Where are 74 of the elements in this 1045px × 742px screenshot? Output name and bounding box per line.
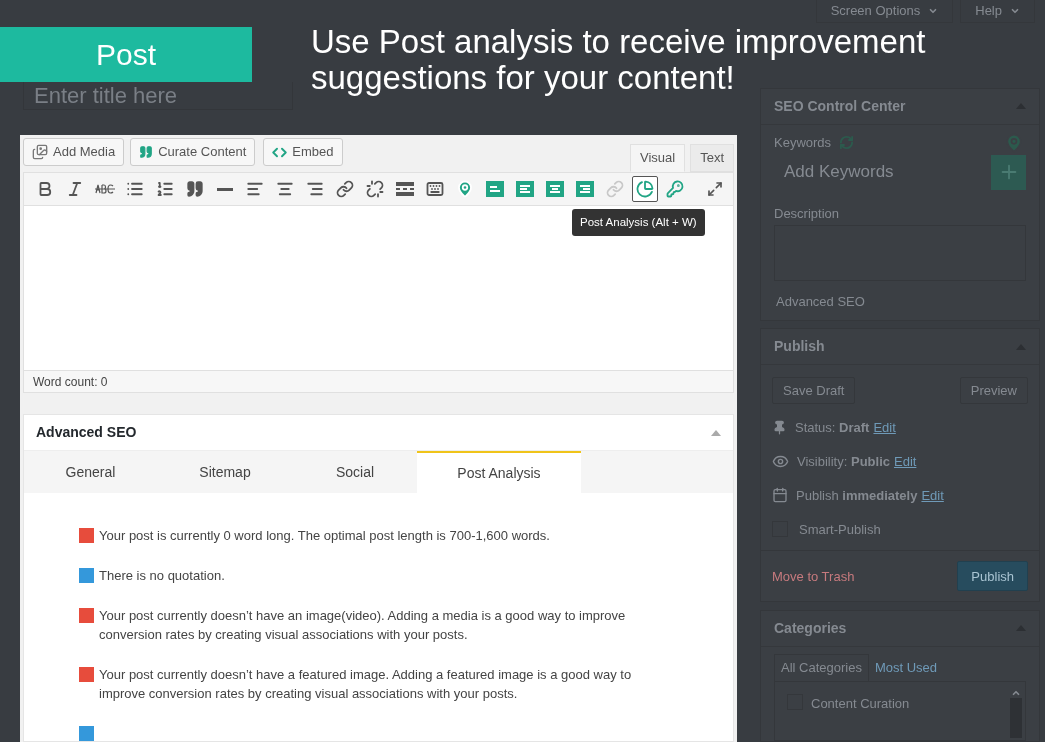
word-count: Word count: 0 (23, 370, 734, 393)
checkbox-label: Smart-Publish (799, 520, 881, 539)
callout-text: Use Post analysis to receive improvement suggestions for your content! (311, 24, 927, 96)
publish-setting: Publish immediately (796, 486, 918, 505)
screen-options-button[interactable]: Screen Options (815, 0, 954, 23)
panel-title: Advanced SEO (36, 423, 137, 442)
description-label: Description (774, 204, 841, 223)
help-button[interactable]: Help (960, 0, 1035, 23)
pin-icon (772, 419, 787, 435)
edit-link[interactable]: Edit (873, 417, 896, 437)
panel-tab[interactable]: Social (293, 451, 417, 493)
align-right-icon (306, 180, 324, 198)
quote-icon (186, 180, 204, 198)
paragraph-icon (575, 179, 595, 199)
keyboard-icon (426, 180, 444, 198)
edit-link[interactable]: Edit (894, 451, 917, 471)
panel-title: SEO Control Center (774, 96, 906, 116)
analysis-message: Your post currently doesn’t have a featured image. Adding a featured image is a good way to improve conversion rates by creating visual associations with your posts. (99, 666, 633, 703)
editor-tab[interactable]: Visual (629, 144, 686, 172)
title-field[interactable]: Enter title here (23, 82, 293, 111)
category-tab[interactable]: All Categories (774, 654, 869, 681)
add-media-button[interactable]: Add Media (23, 138, 125, 166)
calendar-icon (772, 487, 788, 504)
save-draft-button[interactable]: Save Draft (772, 377, 856, 405)
dropdown-caret-icon (1010, 6, 1020, 16)
location-pin-icon (456, 180, 474, 198)
panel-tab[interactable]: Post Analysis (417, 451, 581, 493)
move-to-trash-link[interactable]: Move to Trash (772, 566, 855, 586)
publish-setting: Status: Draft (795, 418, 870, 437)
fullscreen-icon (707, 181, 723, 197)
analysis-message: Your post is currently 0 word long. The optimal post length is 700-1,600 words. (99, 527, 550, 545)
read-more-icon (395, 182, 415, 196)
chart-icon (636, 180, 654, 198)
panel-tab[interactable]: General (24, 451, 157, 493)
scroll-up-icon (1011, 688, 1021, 698)
paragraph-icon (515, 179, 535, 199)
align-center-icon (276, 180, 294, 198)
paragraph-icon (485, 179, 505, 199)
tooltip: Post Analysis (Alt + W) (572, 209, 705, 237)
keywords-field[interactable]: Add Keywords (774, 159, 974, 185)
media-icon (32, 144, 48, 160)
align-left-icon (246, 180, 264, 198)
publish-setting: Visibility: Public (797, 452, 890, 471)
embed-button[interactable]: Embed (263, 138, 343, 166)
refresh-icon (839, 135, 855, 150)
unlink-icon (366, 180, 384, 198)
advanced-seo-link[interactable]: Advanced SEO (774, 292, 1026, 312)
quote-icon (139, 145, 154, 159)
analysis-message: There is no quotation. (99, 567, 225, 585)
key-icon (666, 180, 684, 198)
panel-title: Publish (774, 337, 825, 357)
editor-tab[interactable]: Text (690, 144, 734, 172)
link-icon (336, 180, 354, 198)
analysis-message: Your post currently doesn’t have an image(video). Adding a media is a good way to improve conversion rates by creating visual associations with your posts. (99, 607, 627, 644)
category-tab[interactable]: Most Used (868, 654, 944, 681)
editor-content[interactable] (23, 206, 734, 370)
post-banner: Post (0, 27, 252, 82)
curate-content-button[interactable]: Curate Content (130, 138, 256, 166)
publish-button[interactable]: Publish (957, 561, 1028, 592)
link-icon (606, 180, 624, 198)
dropdown-caret-icon (928, 6, 939, 16)
numbered-list-icon (156, 180, 174, 198)
bulleted-list-icon (126, 180, 144, 198)
italic-icon (66, 180, 84, 198)
panel-tab[interactable]: Sitemap (157, 451, 293, 493)
edit-link[interactable]: Edit (921, 485, 944, 505)
keywords-label: Keywords (774, 133, 832, 152)
toolbar-button[interactable] (632, 176, 658, 202)
paragraph-icon (545, 179, 565, 199)
panel-title: Categories (774, 619, 847, 638)
preview-button[interactable]: Preview (959, 377, 1028, 405)
strikethrough-icon (95, 183, 115, 195)
checkbox-label: Content Curation (811, 695, 910, 713)
scrollbar[interactable] (1010, 688, 1022, 738)
